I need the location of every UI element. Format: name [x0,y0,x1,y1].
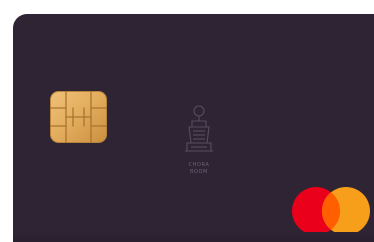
mastercard-logo-icon [292,187,370,235]
chip-icon [50,91,107,143]
emblem-text-line1: CHORA [188,162,210,168]
emblem-text-line2: BOOM [190,169,208,175]
payment-card: CHORA BOOM [13,14,374,242]
